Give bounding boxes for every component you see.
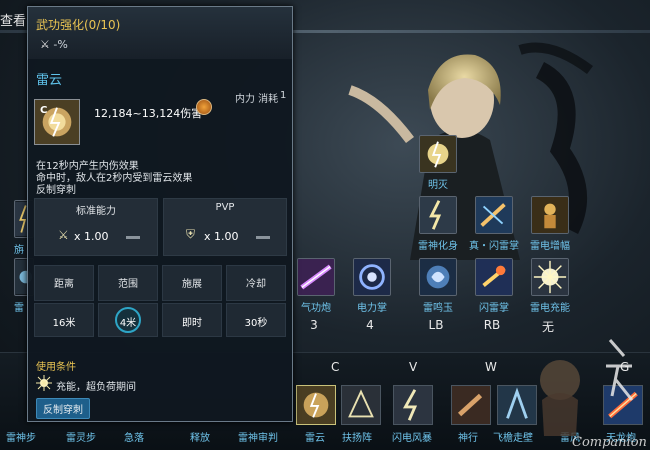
palm-strike-icon	[475, 196, 513, 234]
thundercloud-icon	[297, 386, 335, 424]
bar-key-v: V	[409, 360, 418, 374]
skill-label: 雷电增幅	[530, 241, 570, 252]
skill-zhen-shanleizhang[interactable]: 真・闪雷掌	[469, 196, 519, 252]
sword-icon: ⚔	[58, 228, 69, 242]
stat-label: 冷却	[246, 279, 266, 290]
orb-icon	[419, 258, 457, 296]
bar-key-w: W	[485, 360, 497, 374]
skill-tooltip: 武功强化(0/10) ⚔ -% 雷云 内力 消耗 1 C 12,184~13,1…	[27, 6, 293, 422]
stat-label: 范围	[118, 279, 138, 290]
storm-icon	[394, 386, 432, 424]
cost-label: 内力 消耗	[235, 94, 279, 105]
conditions-header: 使用条件	[36, 362, 76, 373]
charge-spark-icon	[36, 375, 52, 391]
skill-label: 明灭	[428, 180, 448, 191]
skill-leishen-huashen[interactable]: 雷神化身	[416, 196, 460, 252]
bar-skill-label: 神行	[458, 433, 478, 444]
paw-icon	[196, 99, 212, 115]
bar-skill-shandian-fengbao[interactable]	[393, 385, 433, 425]
stat-value: 4米	[119, 318, 137, 329]
vortex-icon	[353, 258, 391, 296]
stat-label: 距离	[54, 279, 74, 290]
watermark-text: Companion	[572, 435, 647, 450]
skill-leidian-zengfu[interactable]: 雷电增幅	[528, 196, 572, 252]
standard-ability-label: 标准能力	[76, 206, 116, 217]
bar-skill-label: 释放	[190, 433, 210, 444]
skill-label: 雷电充能	[530, 303, 570, 314]
companion-watermark: Companion	[540, 339, 647, 450]
dash-icon	[452, 386, 490, 424]
bar-skill-leiyun[interactable]	[296, 385, 336, 425]
palm-strike-icon	[475, 258, 513, 296]
skill-grade-badge: C	[40, 105, 48, 116]
bar-skill-label: 雷神步	[6, 433, 36, 444]
pvp-icon: ⛨	[186, 227, 196, 241]
skill-shanleizhang[interactable]: 闪雷掌	[472, 258, 516, 314]
bar-skill-label: 雷神审判	[238, 433, 278, 444]
skill-qigongpao[interactable]: 气功炮	[294, 258, 338, 314]
window-title: 查看	[0, 14, 27, 29]
tooltip-header	[28, 7, 292, 59]
skill-mingmie[interactable]: 明灭	[416, 135, 460, 191]
skill-label: 闪雷掌	[479, 303, 509, 314]
bar-skill-shenxing[interactable]	[451, 385, 491, 425]
lightning-body-icon	[419, 196, 457, 234]
counter-pierce-tag: 反制穿刺	[36, 398, 90, 419]
keybind-label: RB	[483, 318, 501, 332]
bar-skill-label: 雷灵步	[66, 433, 96, 444]
keybind-label: LB	[428, 318, 444, 332]
standard-multiplier: x 1.00	[74, 230, 109, 243]
tooltip-modifier: ⚔ -%	[40, 38, 68, 51]
stat-label: 施展	[182, 279, 202, 290]
conditions-text: 充能，超负荷期间	[56, 382, 136, 393]
energy-blast-icon	[297, 258, 335, 296]
stat-value: 30秒	[244, 318, 268, 329]
cost-value: 1	[280, 90, 287, 101]
skill-dianlizhang[interactable]: 电力掌	[350, 258, 394, 314]
skill-label: 雷神化身	[418, 241, 458, 252]
bar-skill-fuyangzhen[interactable]	[341, 385, 381, 425]
bar-key-c: C	[331, 360, 340, 374]
skill-label: 雷鸣玉	[423, 303, 453, 314]
skill-leimingyu[interactable]: 雷鸣玉	[416, 258, 460, 314]
tooltip-title: 武功强化(0/10)	[36, 18, 121, 32]
bar-skill-label: 扶扬阵	[342, 433, 372, 444]
bar-skill-label: 闪电风暴	[392, 433, 432, 444]
stat-value: 即时	[182, 318, 202, 329]
pvp-label: PVP	[215, 202, 235, 213]
standard-dash	[126, 236, 140, 239]
keybind-label: 3	[310, 318, 318, 332]
keybind-label: 4	[366, 318, 374, 332]
pvp-multiplier: x 1.00	[204, 230, 239, 243]
skill-label: 电力掌	[357, 303, 387, 314]
damage-range: 12,184~13,124伤害	[94, 107, 203, 120]
buff-figure-icon	[531, 196, 569, 234]
skill-leidian-chongneng[interactable]: 雷电充能	[528, 258, 572, 314]
tooltip-skill-name: 雷云	[36, 73, 63, 88]
modifier-value: -%	[53, 38, 68, 51]
formation-icon	[342, 386, 380, 424]
bar-skill-label: 急落	[124, 433, 144, 444]
stat-value: 16米	[52, 318, 76, 329]
skill-label: 气功炮	[301, 303, 331, 314]
charge-spark-icon	[531, 258, 569, 296]
skill-label: 真・闪雷掌	[469, 241, 519, 252]
pvp-dash	[256, 236, 270, 239]
bar-skill-label: 雷云	[305, 433, 325, 444]
description-line: 反制穿刺	[36, 185, 76, 196]
crossed-swords-icon: ⚔	[40, 38, 50, 51]
bolt-hand-icon	[419, 135, 457, 173]
